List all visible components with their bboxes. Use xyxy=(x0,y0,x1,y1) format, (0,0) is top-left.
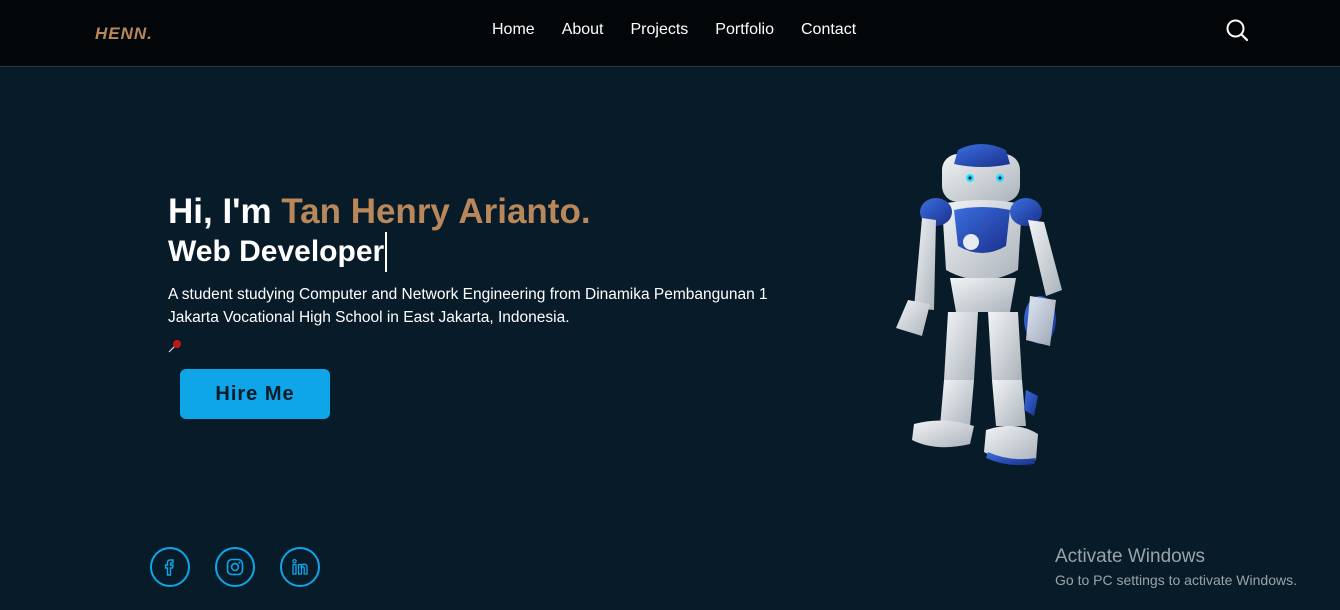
watermark-title: Activate Windows xyxy=(1055,546,1205,567)
hero-section: Hi, I'm Tan Henry Arianto. Web Developer… xyxy=(168,190,768,419)
nav-portfolio[interactable]: Portfolio xyxy=(715,20,774,40)
facebook-icon[interactable] xyxy=(150,547,190,587)
nav-home[interactable]: Home xyxy=(492,20,535,40)
typing-cursor xyxy=(385,232,388,272)
role-text: Web Developer xyxy=(168,235,385,268)
hero-description: A student studying Computer and Network … xyxy=(168,286,768,326)
nav-projects[interactable]: Projects xyxy=(631,20,689,40)
typed-role: Web Developer xyxy=(168,232,768,272)
top-navbar: HENN. Home About Projects Portfolio Cont… xyxy=(0,0,1340,67)
nav-about[interactable]: About xyxy=(562,20,604,40)
main-nav: Home About Projects Portfolio Contact xyxy=(492,20,883,40)
watermark-subtitle: Go to PC settings to activate Windows. xyxy=(1055,572,1297,588)
linkedin-icon[interactable] xyxy=(280,547,320,587)
robot-image xyxy=(878,140,1068,468)
site-logo[interactable]: HENN. xyxy=(95,24,153,44)
hero-name: Tan Henry Arianto. xyxy=(281,192,591,231)
nav-contact[interactable]: Contact xyxy=(801,20,856,40)
hero-greeting: Hi, I'm Tan Henry Arianto. xyxy=(168,190,768,234)
hire-me-button[interactable]: Hire Me xyxy=(180,369,330,419)
greeting-prefix: Hi, I'm xyxy=(168,192,282,231)
search-icon[interactable] xyxy=(1225,18,1249,42)
pushpin-icon xyxy=(168,339,182,353)
social-links xyxy=(150,547,320,587)
activate-windows-watermark: Activate Windows Go to PC settings to ac… xyxy=(1055,546,1297,590)
instagram-icon[interactable] xyxy=(215,547,255,587)
